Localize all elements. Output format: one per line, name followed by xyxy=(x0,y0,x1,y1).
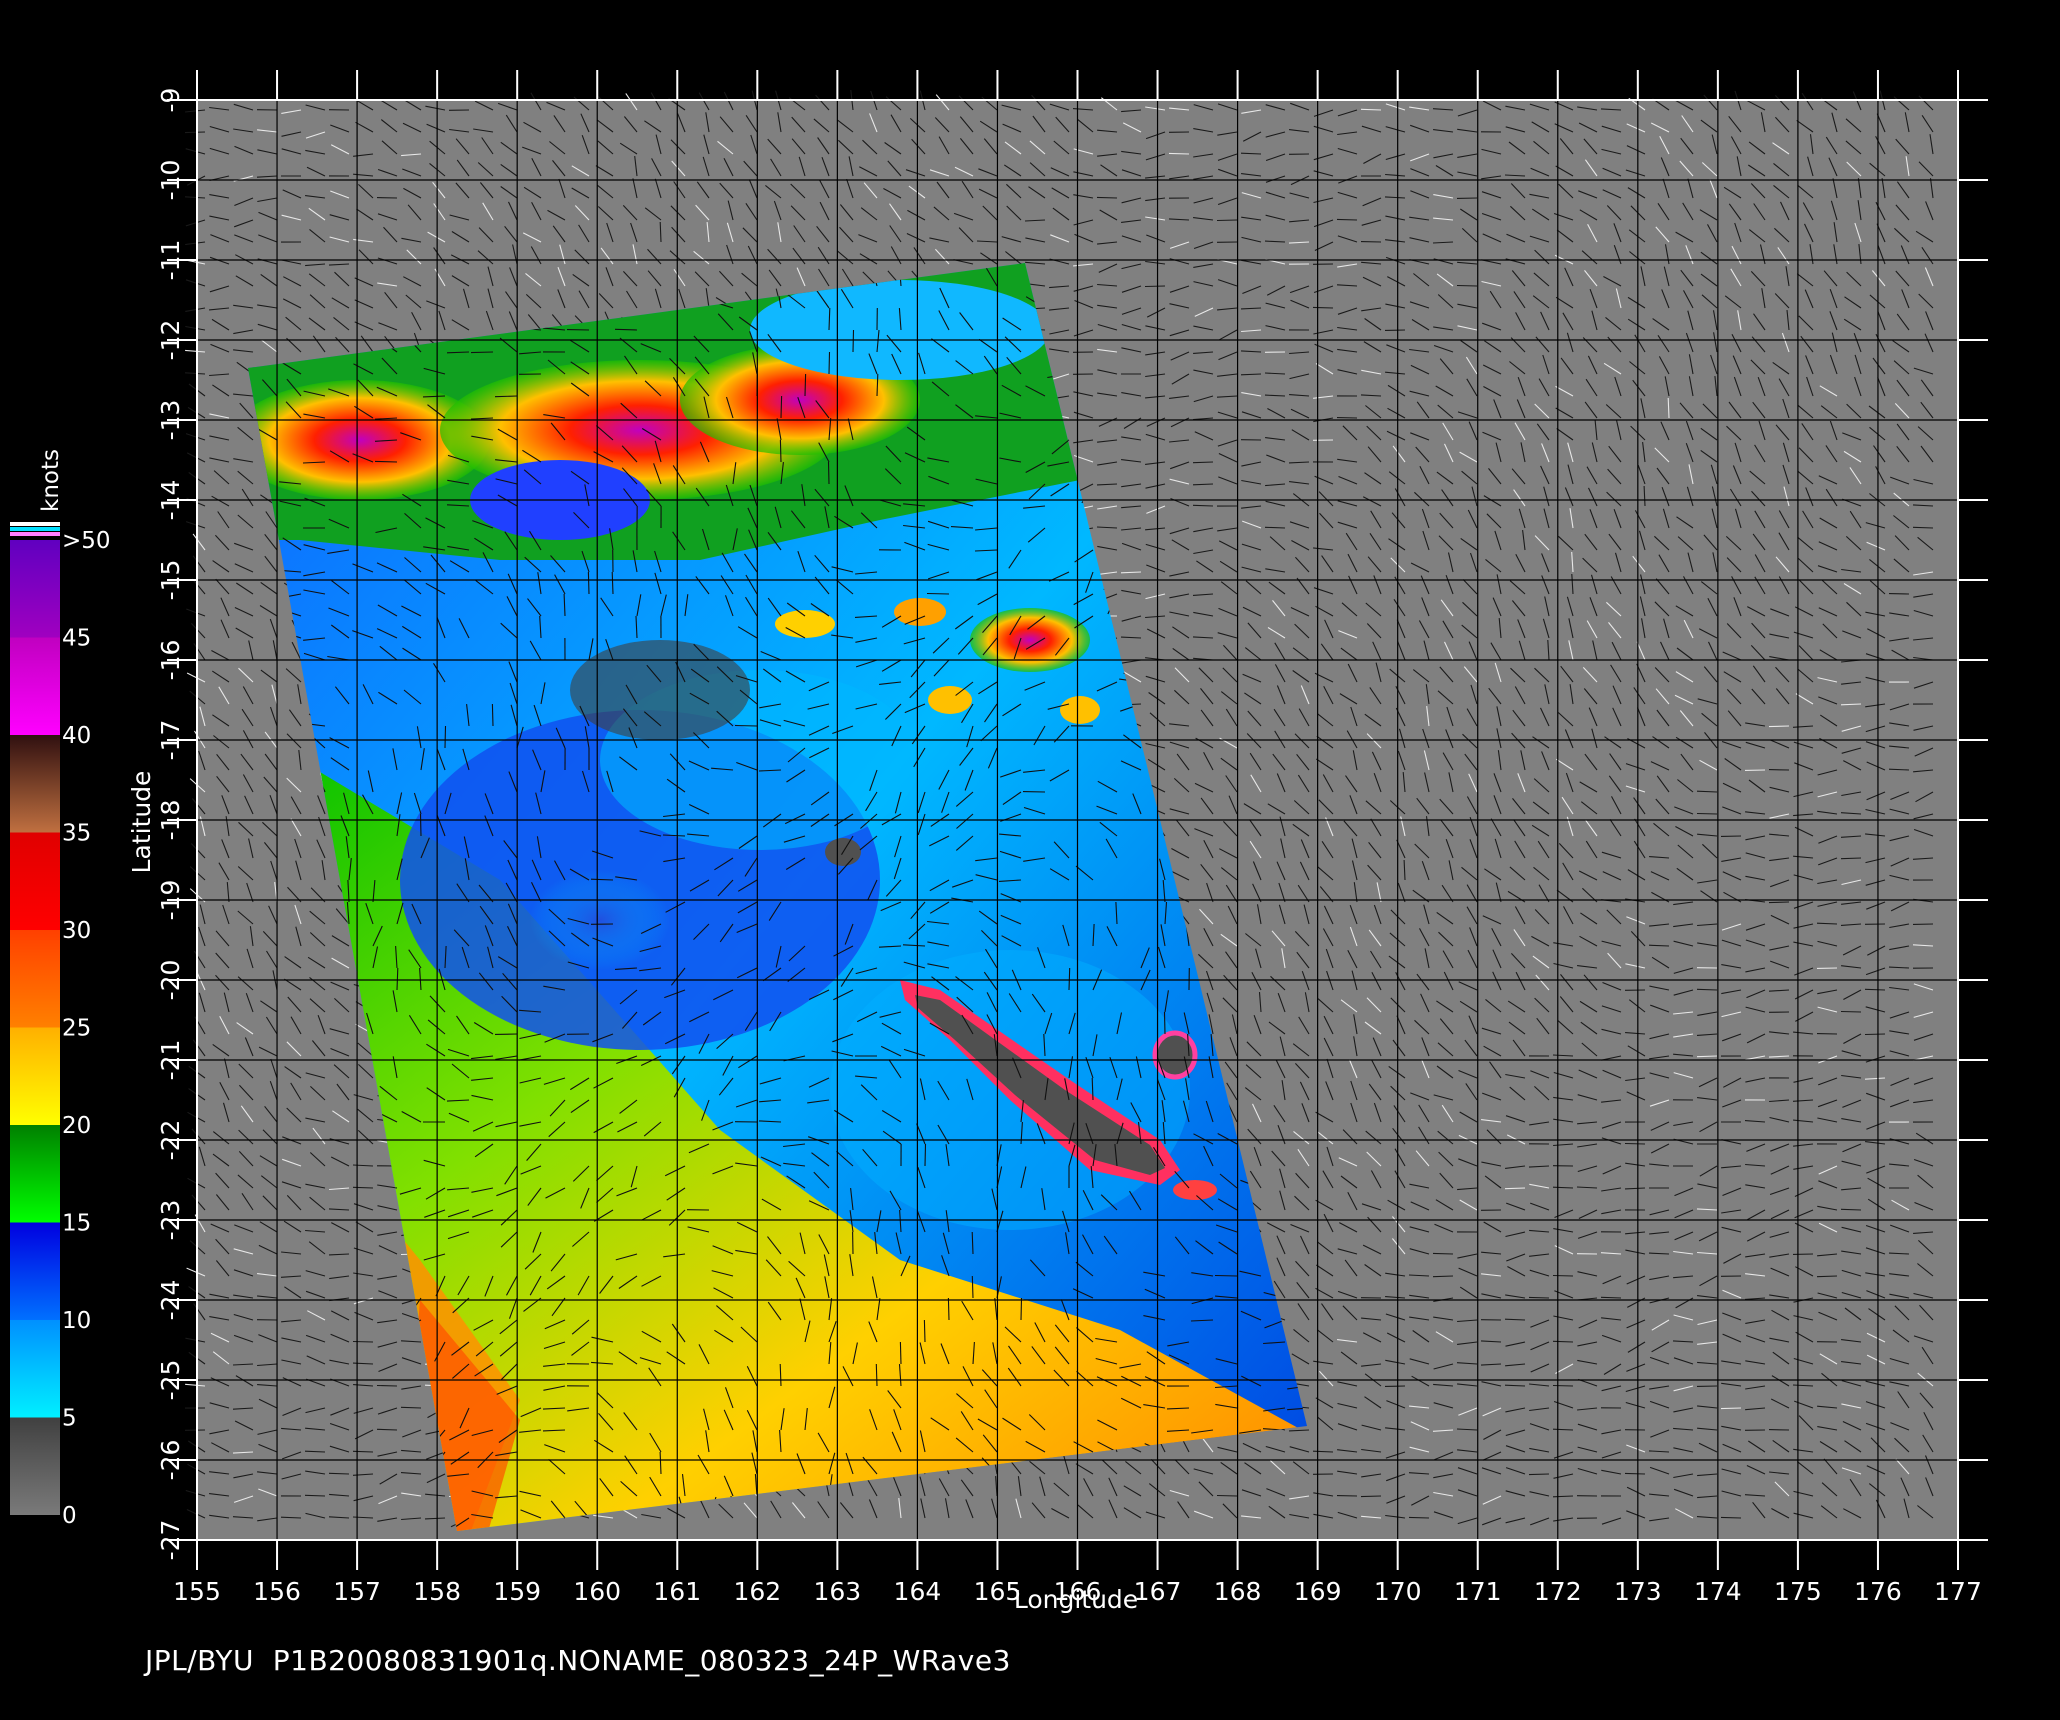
wind-barb xyxy=(1336,218,1358,221)
wind-barb xyxy=(1816,1275,1838,1278)
wind-barb xyxy=(1360,108,1382,111)
wind-barb xyxy=(1264,526,1286,529)
wind-barb xyxy=(1624,1472,1646,1475)
wind-barb xyxy=(1312,306,1334,309)
wind-barb xyxy=(1840,1010,1862,1013)
wind-barb xyxy=(1432,1252,1454,1255)
wind-barb xyxy=(1912,526,1934,529)
wind-barb xyxy=(352,1340,374,1343)
wind-barb xyxy=(1840,1208,1862,1211)
wind-barb xyxy=(376,1384,398,1387)
wind-barb xyxy=(1768,725,1790,728)
wind-barb xyxy=(1360,1495,1382,1498)
wind-barb xyxy=(1144,285,1166,288)
wind-barb xyxy=(1552,1340,1574,1343)
wind-barb xyxy=(1840,857,1862,860)
wind-barb xyxy=(1504,1187,1526,1190)
wind-barb xyxy=(1864,1033,1886,1036)
wind-barb xyxy=(1720,1516,1742,1519)
wind-barb xyxy=(184,131,206,134)
wind-barb xyxy=(1552,1384,1574,1387)
wind-barb xyxy=(1216,219,1238,222)
wind-barb xyxy=(1192,504,1214,507)
wind-barb xyxy=(352,1186,374,1189)
wind-barb xyxy=(1408,1516,1430,1519)
wind-barb xyxy=(1720,1407,1742,1410)
wind-barb xyxy=(1096,196,1118,199)
wind-barb xyxy=(1456,284,1478,287)
wind-barb xyxy=(352,1450,374,1453)
wind-barb xyxy=(1696,988,1718,991)
wind-barb xyxy=(1216,1494,1238,1497)
wind-barb xyxy=(400,1406,422,1409)
wind-barb xyxy=(1696,812,1718,815)
wind-barb xyxy=(1168,152,1190,155)
wind-barb xyxy=(1600,1296,1622,1299)
wind-barb xyxy=(1432,1275,1454,1278)
wind-barb xyxy=(328,1472,350,1475)
wind-barb xyxy=(1528,1296,1550,1299)
wind-barb xyxy=(1696,1055,1718,1058)
wind-barb xyxy=(1528,1473,1550,1476)
wind-barb xyxy=(376,1428,398,1431)
wind-barb xyxy=(1192,461,1214,464)
wind-barb xyxy=(304,1494,326,1497)
wind-barb xyxy=(1552,1274,1574,1277)
wind-map: 155 156 157 158 159 160 161 162 163 164 165 166 167 1… xyxy=(10,70,1988,1614)
wind-barb xyxy=(1864,988,1886,991)
wind-barb xyxy=(1624,1142,1646,1145)
wind-barb xyxy=(1768,901,1790,904)
